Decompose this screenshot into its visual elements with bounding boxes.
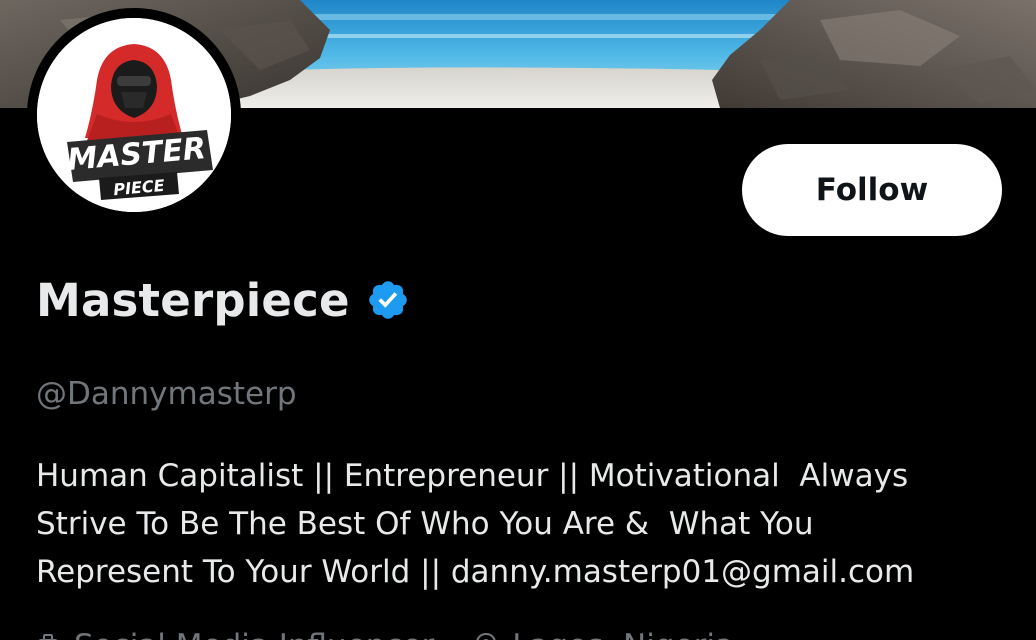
profile-meta-row: Social Media Influencer Lagos, Nigeria: [36, 628, 734, 640]
profile-category: Social Media Influencer: [74, 628, 434, 640]
bio-line: Human Capitalist || Entrepreneur || Moti…: [36, 458, 909, 494]
follow-button[interactable]: Follow: [742, 144, 1002, 236]
profile-name-row: Masterpiece: [36, 270, 410, 330]
location-pin-icon: [476, 632, 496, 640]
masterpiece-logo: MASTER PIECE: [37, 18, 231, 212]
display-name: Masterpiece: [36, 273, 350, 327]
bio-line: Strive To Be The Best Of Who You Are & W…: [36, 506, 814, 542]
profile-avatar[interactable]: MASTER PIECE: [27, 8, 241, 222]
profile-handle: @Dannymasterp: [36, 376, 297, 412]
bio-line: Represent To Your World || danny.masterp…: [36, 554, 915, 590]
verified-badge-icon[interactable]: [366, 278, 410, 322]
profile-location: Lagos, Nigeria: [512, 628, 734, 640]
avatar-image: MASTER PIECE: [37, 18, 231, 212]
briefcase-icon: [38, 634, 58, 640]
profile-bio: Human Capitalist || Entrepreneur || Moti…: [36, 452, 996, 596]
profile-page: MASTER PIECE Follow Masterpiece @Dannyma…: [0, 0, 1036, 640]
